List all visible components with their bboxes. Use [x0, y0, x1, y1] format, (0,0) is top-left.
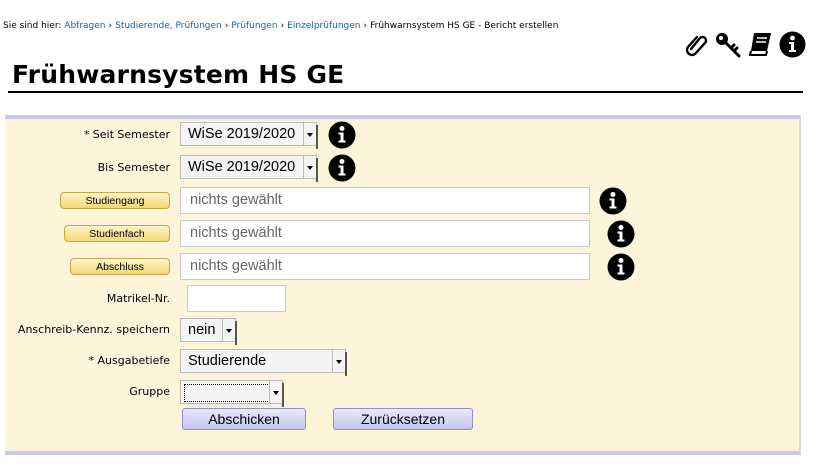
ausgabetiefe-select[interactable]: Studierende [180, 349, 347, 376]
abschluss-field[interactable]: nichts gewählt [180, 253, 590, 280]
matrikel-input[interactable] [187, 285, 286, 312]
chevron-down-icon [222, 319, 235, 341]
select-shadow [316, 158, 318, 182]
studienfach-button[interactable]: Studienfach [64, 225, 170, 242]
book-icon[interactable] [746, 30, 774, 58]
chevron-down-icon [269, 381, 282, 403]
chevron-down-icon [332, 350, 345, 372]
submit-button[interactable]: Abschicken [182, 408, 306, 430]
anschreib-value: nein [188, 322, 216, 338]
breadcrumb-link-studierende[interactable]: Studierende, Prüfungen [115, 21, 222, 31]
select-shadow [316, 125, 318, 149]
anschreib-label: Anschreib-Kennz. speichern [17, 323, 170, 336]
abschluss-button[interactable]: Abschluss [70, 258, 170, 275]
title-divider [8, 91, 803, 93]
breadcrumb: Sie sind hier: Abfragen › Studierende, Prü… [3, 21, 558, 31]
anschreib-select[interactable]: nein [180, 318, 237, 345]
studiengang-field[interactable]: nichts gewählt [180, 187, 590, 214]
seit-semester-label: * Seit Semester [83, 128, 170, 141]
chevron-right-icon: › [224, 21, 229, 31]
breadcrumb-current: Frühwarnsystem HS GE - Bericht erstellen [370, 21, 559, 31]
seit-semester-value: WiSe 2019/2020 [188, 126, 296, 142]
studiengang-button[interactable]: Studiengang [60, 192, 170, 209]
page-title: Frühwarnsystem HS GE [12, 60, 345, 89]
info-icon[interactable] [607, 220, 635, 248]
info-icon[interactable] [778, 30, 806, 58]
seit-semester-select[interactable]: WiSe 2019/2020 [180, 122, 318, 149]
focus-ring [184, 384, 270, 402]
breadcrumb-link-einzelpruefungen[interactable]: Einzelprüfungen [287, 21, 360, 31]
paperclip-icon[interactable] [682, 30, 710, 58]
reset-button[interactable]: Zurücksetzen [333, 408, 473, 430]
gruppe-label: Gruppe [129, 385, 170, 398]
bis-semester-select[interactable]: WiSe 2019/2020 [180, 155, 318, 182]
breadcrumb-prefix: Sie sind hier: [3, 21, 62, 31]
breadcrumb-link-pruefungen[interactable]: Prüfungen [231, 21, 277, 31]
chevron-right-icon: › [280, 21, 285, 31]
info-icon[interactable] [328, 154, 356, 182]
chevron-right-icon: › [363, 21, 368, 31]
chevron-right-icon: › [108, 21, 113, 31]
bis-semester-value: WiSe 2019/2020 [188, 159, 296, 175]
info-icon[interactable] [599, 187, 627, 215]
chevron-down-icon [303, 156, 316, 178]
studienfach-field[interactable]: nichts gewählt [180, 220, 590, 247]
info-icon[interactable] [607, 253, 635, 281]
chevron-down-icon [303, 123, 316, 145]
select-shadow [345, 352, 347, 376]
select-shadow [235, 321, 237, 345]
matrikel-label: Matrikel-Nr. [106, 292, 170, 305]
key-icon[interactable] [714, 30, 742, 58]
info-icon[interactable] [328, 121, 356, 149]
gruppe-select[interactable] [180, 380, 284, 407]
ausgabetiefe-value: Studierende [188, 353, 267, 369]
bis-semester-label: Bis Semester [97, 161, 170, 174]
breadcrumb-link-abfragen[interactable]: Abfragen [64, 21, 105, 31]
toolbar [682, 30, 806, 58]
select-shadow [282, 383, 284, 407]
ausgabetiefe-label: * Ausgabetiefe [88, 354, 170, 367]
